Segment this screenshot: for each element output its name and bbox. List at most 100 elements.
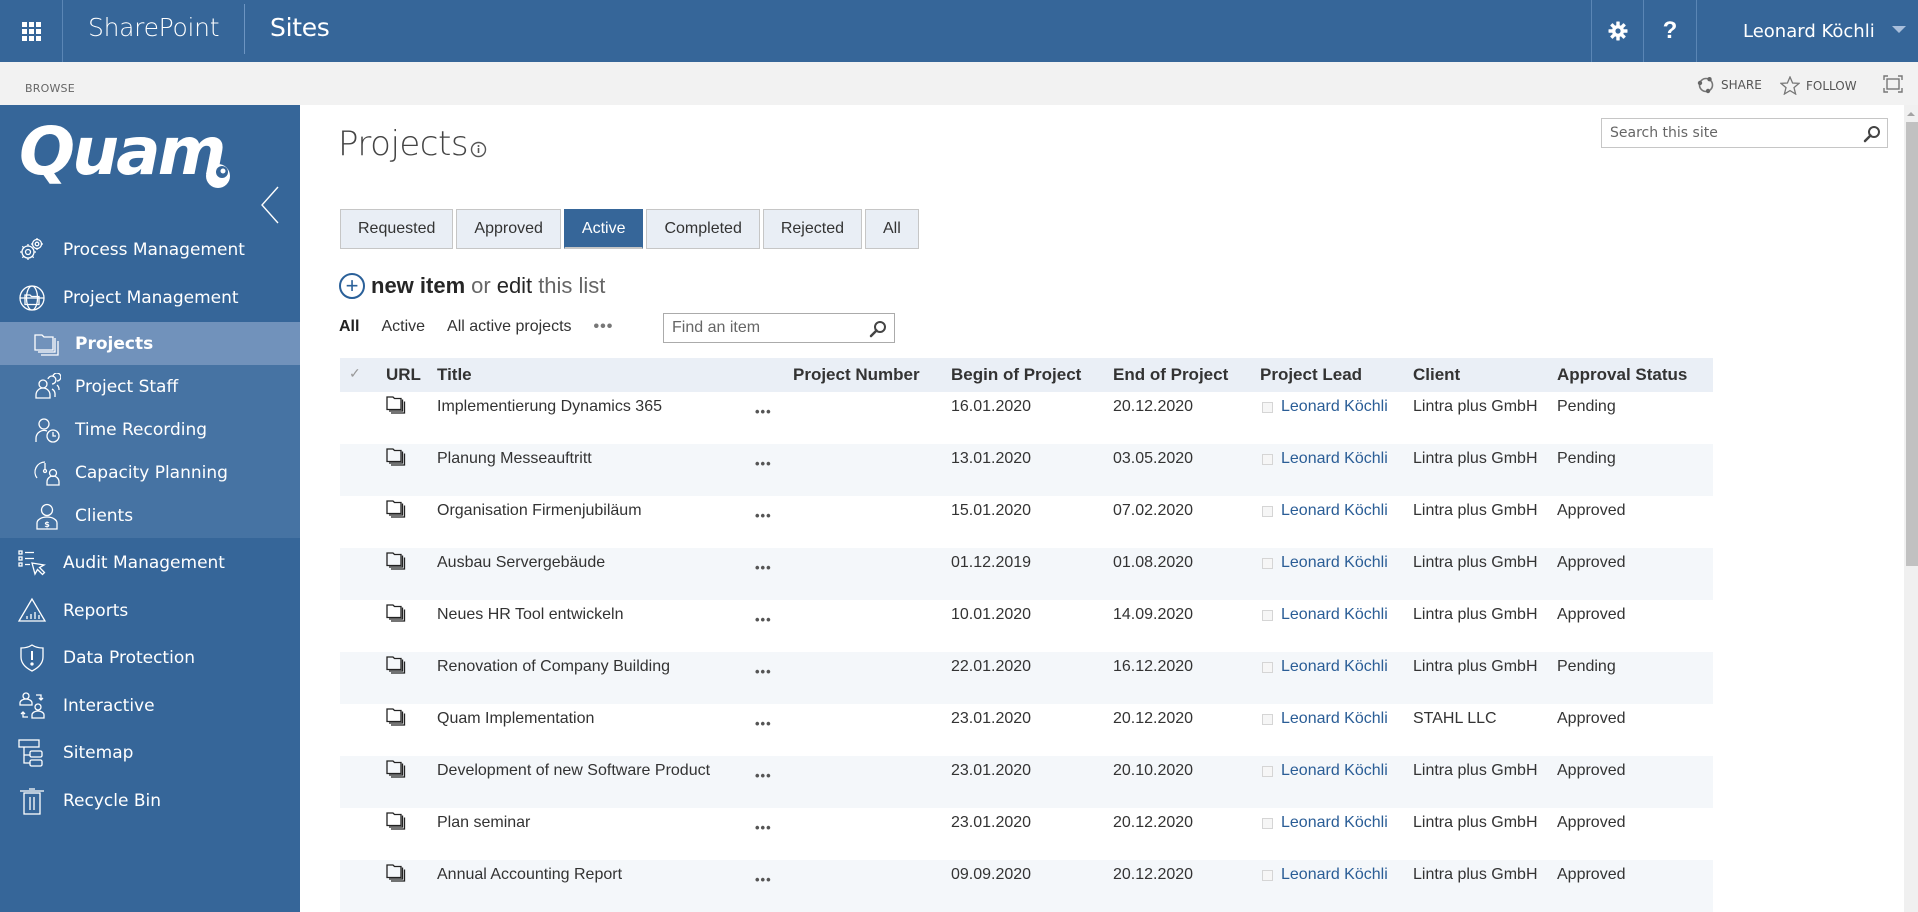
info-icon[interactable] (470, 141, 487, 158)
view-all-active-projects[interactable]: All active projects (447, 318, 572, 336)
view-active[interactable]: Active (381, 318, 425, 336)
app-launcher-button[interactable] (0, 0, 63, 62)
table-row[interactable]: Planung Messeauftritt ••• 13.01.2020 03.05.… (340, 444, 1713, 496)
item-menu-button[interactable]: ••• (755, 716, 772, 731)
table-row[interactable]: Ausbau Servergebäude ••• 01.12.2019 01.08.2… (340, 548, 1713, 600)
page-scrollbar[interactable] (1904, 105, 1918, 912)
item-menu-button[interactable]: ••• (755, 820, 772, 835)
project-lead-link[interactable]: Leonard Köchli (1281, 450, 1388, 468)
folder-icon[interactable] (386, 656, 406, 679)
column-header-project-lead[interactable]: Project Lead (1260, 365, 1362, 385)
tab-completed[interactable]: Completed (646, 209, 760, 249)
nav-item-projects[interactable]: Projects (0, 322, 300, 365)
project-lead-link[interactable]: Leonard Köchli (1281, 710, 1388, 728)
tab-all[interactable]: All (865, 209, 919, 249)
find-item-input[interactable] (664, 314, 854, 342)
item-menu-button[interactable]: ••• (755, 508, 772, 523)
folder-icon[interactable] (386, 708, 406, 731)
item-menu-button[interactable]: ••• (755, 768, 772, 783)
table-row[interactable]: Development of new Software Product ••• 23… (340, 756, 1713, 808)
folder-icon[interactable] (386, 864, 406, 887)
project-title-link[interactable]: Implementierung Dynamics 365 (437, 398, 662, 416)
table-row[interactable]: Renovation of Company Building ••• 22.01.2… (340, 652, 1713, 704)
select-all-checkbox[interactable]: ✓ (349, 365, 361, 382)
quam-logo[interactable]: Quam (19, 119, 226, 185)
search-icon[interactable] (1863, 125, 1881, 143)
folder-icon[interactable] (386, 760, 406, 783)
nav-item-data-protection[interactable]: Data Protection (0, 635, 300, 681)
nav-item-reports[interactable]: Reports (0, 588, 300, 634)
project-title-link[interactable]: Quam Implementation (437, 710, 594, 728)
project-title-link[interactable]: Development of new Software Product (437, 762, 710, 780)
project-title-link[interactable]: Ausbau Servergebäude (437, 554, 605, 572)
add-circle-icon[interactable]: + (339, 273, 365, 299)
new-item-link[interactable]: new item (371, 273, 465, 299)
item-menu-button[interactable]: ••• (755, 456, 772, 471)
nav-item-process-management[interactable]: Process Management (0, 227, 300, 273)
scroll-thumb[interactable] (1906, 122, 1918, 566)
folder-icon[interactable] (386, 812, 406, 835)
item-menu-button[interactable]: ••• (755, 560, 772, 575)
folder-icon[interactable] (386, 448, 406, 471)
table-row[interactable]: Organisation Firmenjubiläum ••• 15.01.2020… (340, 496, 1713, 548)
folder-icon[interactable] (386, 500, 406, 523)
nav-item-interactive[interactable]: Interactive (0, 683, 300, 729)
edit-list-link[interactable]: edit (497, 273, 532, 299)
folder-icon[interactable] (386, 604, 406, 627)
item-menu-button[interactable]: ••• (755, 404, 772, 419)
focus-content-button[interactable] (1883, 75, 1903, 93)
collapse-nav-button[interactable] (258, 185, 282, 225)
view-all[interactable]: All (339, 318, 359, 336)
project-title-link[interactable]: Annual Accounting Report (437, 866, 622, 884)
project-title-link[interactable]: Neues HR Tool entwickeln (437, 606, 623, 624)
project-lead-link[interactable]: Leonard Köchli (1281, 866, 1388, 884)
follow-button[interactable]: FOLLOW (1780, 76, 1857, 95)
nav-item-time-recording[interactable]: Time Recording (0, 408, 300, 451)
table-row[interactable]: Implementierung Dynamics 365 ••• 16.01.202… (340, 392, 1713, 444)
column-header-approval-status[interactable]: Approval Status (1557, 365, 1687, 385)
app-name-link[interactable]: SharePoint (88, 13, 220, 42)
site-search-input[interactable] (1602, 119, 1842, 147)
project-title-link[interactable]: Organisation Firmenjubiläum (437, 502, 642, 520)
project-lead-link[interactable]: Leonard Köchli (1281, 398, 1388, 416)
folder-icon[interactable] (386, 552, 406, 575)
column-header-begin[interactable]: Begin of Project (951, 365, 1081, 385)
scroll-up-arrow-icon[interactable] (1907, 112, 1915, 116)
nav-item-project-staff[interactable]: Project Staff (0, 365, 300, 408)
column-header-client[interactable]: Client (1413, 365, 1460, 385)
table-row[interactable]: Plan seminar ••• 23.01.2020 20.12.2020 Leona… (340, 808, 1713, 860)
nav-item-project-management[interactable]: Project Management (0, 275, 300, 321)
column-header-url[interactable]: URL (386, 365, 421, 385)
nav-item-sitemap[interactable]: Sitemap (0, 730, 300, 776)
item-menu-button[interactable]: ••• (755, 664, 772, 679)
project-lead-link[interactable]: Leonard Köchli (1281, 658, 1388, 676)
project-title-link[interactable]: Planung Messeauftritt (437, 450, 592, 468)
nav-item-clients[interactable]: $ Clients (0, 494, 300, 537)
tab-approved[interactable]: Approved (456, 209, 561, 249)
project-lead-link[interactable]: Leonard Köchli (1281, 814, 1388, 832)
table-row[interactable]: Annual Accounting Report ••• 09.09.2020 20.… (340, 860, 1713, 912)
project-lead-link[interactable]: Leonard Köchli (1281, 762, 1388, 780)
browse-tab[interactable]: BROWSE (25, 82, 75, 95)
table-row[interactable]: Quam Implementation ••• 23.01.2020 20.12.20… (340, 704, 1713, 756)
item-menu-button[interactable]: ••• (755, 612, 772, 627)
tab-requested[interactable]: Requested (340, 209, 454, 249)
project-lead-link[interactable]: Leonard Köchli (1281, 554, 1388, 572)
folder-icon[interactable] (386, 396, 406, 419)
sites-link[interactable]: Sites (270, 13, 330, 42)
help-button[interactable]: ? (1643, 0, 1696, 62)
nav-item-recycle-bin[interactable]: Recycle Bin (0, 778, 300, 824)
project-title-link[interactable]: Renovation of Company Building (437, 658, 670, 676)
settings-button[interactable] (1591, 0, 1643, 62)
table-row[interactable]: Neues HR Tool entwickeln ••• 10.01.2020 14.… (340, 600, 1713, 652)
column-header-title[interactable]: Title (437, 365, 472, 385)
project-title-link[interactable]: Plan seminar (437, 814, 530, 832)
project-lead-link[interactable]: Leonard Köchli (1281, 502, 1388, 520)
search-icon[interactable] (869, 320, 887, 338)
tab-active[interactable]: Active (563, 209, 644, 249)
project-lead-link[interactable]: Leonard Köchli (1281, 606, 1388, 624)
item-menu-button[interactable]: ••• (755, 872, 772, 887)
tab-rejected[interactable]: Rejected (762, 209, 862, 249)
nav-item-capacity-planning[interactable]: Capacity Planning (0, 451, 300, 494)
column-header-project-number[interactable]: Project Number (793, 365, 920, 385)
